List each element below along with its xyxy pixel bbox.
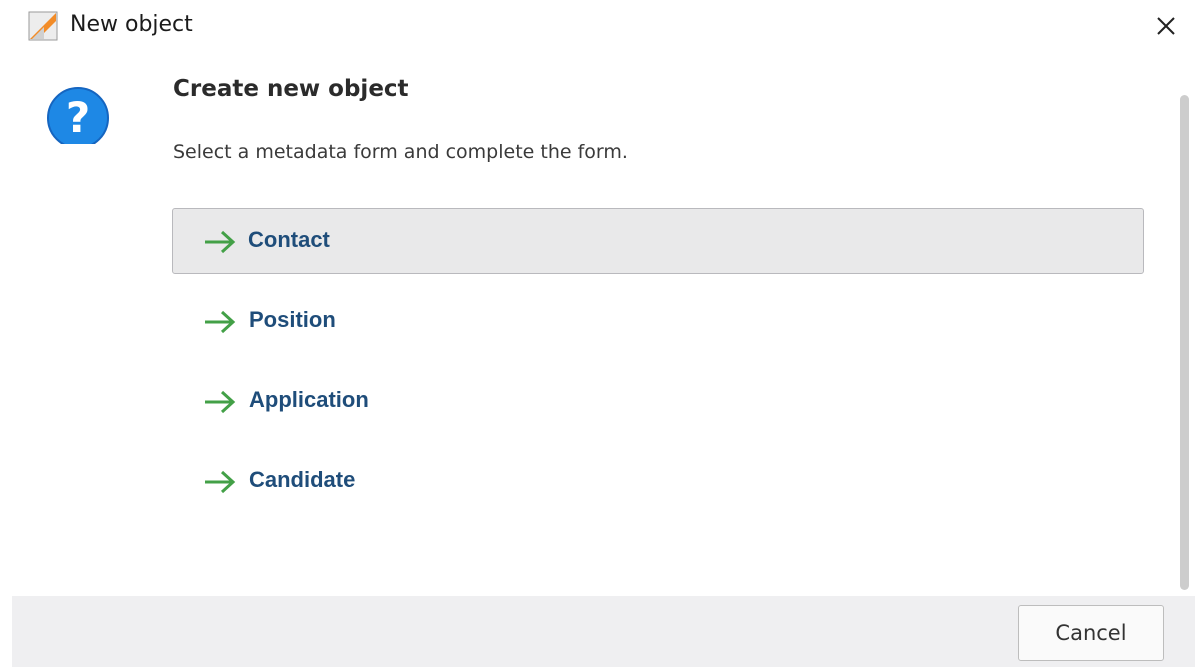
title-bar: New object [0, 0, 1195, 52]
dialog-window: New object ? Create new object Select a … [0, 0, 1195, 667]
arrow-right-icon [203, 309, 237, 335]
dialog-subtitle: Select a metadata form and complete the … [173, 141, 628, 163]
cancel-button[interactable]: Cancel [1018, 605, 1164, 661]
option-candidate[interactable]: Candidate [172, 448, 1144, 514]
form-options-list: Contact Position Application Candidate [172, 208, 1144, 528]
arrow-right-icon [203, 389, 237, 415]
question-icon: ? [46, 80, 110, 149]
option-application[interactable]: Application [172, 368, 1144, 434]
arrow-right-icon [203, 229, 237, 255]
option-label: Position [249, 307, 336, 332]
option-label: Candidate [249, 467, 356, 492]
close-icon[interactable] [1150, 10, 1182, 42]
app-logo-icon [28, 11, 58, 41]
option-position[interactable]: Position [172, 288, 1144, 354]
arrow-right-icon [203, 469, 237, 495]
option-label: Contact [248, 227, 330, 252]
svg-text:?: ? [66, 93, 90, 142]
option-contact[interactable]: Contact [172, 208, 1144, 274]
dialog-heading: Create new object [173, 76, 409, 102]
dialog-footer: Cancel [12, 596, 1195, 667]
window-title: New object [70, 12, 193, 37]
option-label: Application [249, 387, 369, 412]
vertical-scrollbar[interactable] [1180, 95, 1189, 590]
